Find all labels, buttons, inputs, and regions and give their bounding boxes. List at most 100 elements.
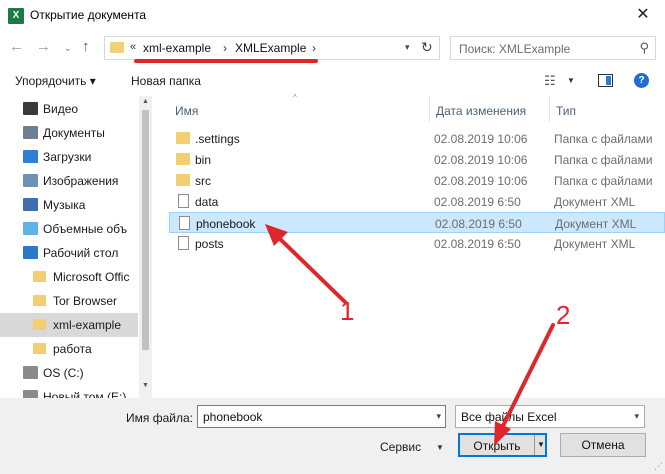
sidebar-item-label: Музыка (43, 198, 86, 212)
open-button-label[interactable]: Открыть (460, 439, 534, 453)
sidebar-item[interactable]: Объемные объ (0, 217, 138, 241)
file-row[interactable]: bin 02.08.2019 10:06 Папка с файлами (169, 149, 665, 170)
desktop-icon (23, 246, 38, 259)
close-button[interactable]: ✕ (631, 4, 655, 26)
resize-grip-icon[interactable]: ⋰ (654, 461, 663, 472)
search-input[interactable]: Поиск: XMLExample (459, 42, 570, 56)
file-type-select[interactable]: Все файлы Excel ▾ (455, 405, 645, 428)
file-type: Документ XML (554, 237, 636, 251)
file-name: posts (195, 237, 224, 251)
forward-arrow-icon[interactable]: → (36, 39, 51, 55)
column-header-name[interactable]: Имя (175, 104, 198, 118)
column-divider[interactable] (549, 96, 550, 122)
dialog-footer: Имя файла: phonebook ▾ Все файлы Excel ▾… (0, 398, 665, 474)
file-name: bin (195, 153, 212, 167)
back-arrow-icon[interactable]: ← (9, 39, 24, 55)
annotation-number-1: 1 (340, 296, 355, 326)
sidebar-scrollbar[interactable]: ▲ ▼ (139, 96, 152, 398)
preview-pane-icon[interactable] (598, 74, 613, 87)
window-title: Открытие документа (30, 8, 147, 22)
drive-icon (23, 366, 38, 379)
folder-icon (33, 271, 46, 282)
address-bar[interactable]: « xml-example › XMLExample › ▾ ↻ (104, 36, 440, 60)
file-date: 02.08.2019 10:06 (434, 132, 528, 146)
scroll-thumb[interactable] (142, 110, 149, 350)
folder-icon (33, 319, 46, 330)
file-row[interactable]: posts 02.08.2019 6:50 Документ XML (169, 233, 665, 254)
sidebar-item[interactable]: Microsoft Offic (0, 265, 138, 289)
sidebar-item[interactable]: Загрузки (0, 145, 138, 169)
video-icon (23, 102, 38, 115)
annotation-underline (134, 59, 318, 63)
address-separator-icon[interactable]: › (223, 41, 227, 55)
file-row[interactable]: .settings 02.08.2019 10:06 Папка с файлами (169, 128, 665, 149)
up-arrow-icon[interactable]: ↑ (82, 39, 90, 55)
sidebar-item[interactable]: Документы (0, 121, 138, 145)
file-row[interactable]: data 02.08.2019 6:50 Документ XML (169, 191, 665, 212)
sidebar-item-label: Документы (43, 126, 105, 140)
file-row[interactable]: phonebook 02.08.2019 6:50 Документ XML (169, 212, 665, 233)
chevron-down-icon[interactable]: ▼ (537, 440, 545, 449)
sort-arrow-icon: ^ (293, 93, 297, 102)
chevron-down-icon[interactable]: ▼ (436, 443, 444, 452)
split-divider (534, 435, 535, 455)
filename-field[interactable]: phonebook ▾ (197, 405, 446, 428)
sidebar-item-label: xml-example (53, 318, 122, 332)
refresh-icon[interactable]: ↻ (421, 39, 433, 56)
chevron-down-icon[interactable]: ▾ (436, 411, 441, 422)
column-header-date[interactable]: Дата изменения (436, 104, 526, 118)
drive-icon (23, 390, 38, 398)
chevron-down-icon[interactable]: ▼ (567, 76, 575, 85)
recent-locations-chevron-icon[interactable]: ⌄ (64, 40, 72, 56)
organize-button[interactable]: Упорядочить ▾ (15, 74, 96, 88)
xml-file-icon (178, 236, 189, 250)
cancel-button[interactable]: Отмена (560, 433, 646, 457)
file-date: 02.08.2019 10:06 (434, 174, 528, 188)
sidebar-item-label: Изображения (43, 174, 119, 188)
music-icon (23, 198, 38, 211)
sidebar-item[interactable]: Рабочий стол (0, 241, 138, 265)
sidebar-item[interactable]: Видео (0, 97, 138, 121)
address-segment-xml-example[interactable]: xml-example (143, 41, 211, 55)
sidebar-item[interactable]: Музыка (0, 193, 138, 217)
sidebar-item[interactable]: OS (C:) (0, 361, 138, 385)
chevron-down-icon[interactable]: ▾ (405, 42, 410, 53)
help-icon[interactable]: ? (634, 73, 649, 88)
file-row[interactable]: src 02.08.2019 10:06 Папка с файлами (169, 170, 665, 191)
folder-icon (176, 153, 190, 165)
view-options-icon[interactable]: ☷ (544, 73, 556, 89)
sidebar-item-label: работа (53, 342, 92, 356)
sidebar-item[interactable]: xml-example (0, 313, 138, 337)
tools-button[interactable]: Сервис (380, 440, 421, 454)
file-name: .settings (195, 132, 240, 146)
address-segment-xmlexample[interactable]: XMLExample (235, 41, 306, 55)
filename-value[interactable]: phonebook (203, 410, 262, 424)
sidebar-item[interactable]: Tor Browser (0, 289, 138, 313)
address-overflow-chevron[interactable]: « (130, 41, 136, 53)
navigation-bar: ← → ⌄ ↑ « xml-example › XMLExample › ▾ ↻… (0, 31, 665, 65)
search-icon[interactable]: ⚲ (639, 40, 649, 56)
sidebar-item[interactable]: Изображения (0, 169, 138, 193)
address-separator-icon[interactable]: › (312, 41, 316, 55)
scroll-up-icon[interactable]: ▲ (142, 98, 149, 105)
chevron-down-icon[interactable]: ▾ (634, 411, 639, 422)
open-button[interactable]: Открыть ▼ (458, 433, 547, 457)
file-list: ^ Имя Дата изменения Тип .settings 02.08.… (152, 93, 665, 398)
sidebar-item[interactable]: Новый том (E:) (0, 385, 138, 398)
file-type: Документ XML (555, 217, 637, 231)
column-header-type[interactable]: Тип (556, 104, 576, 118)
excel-icon: X (8, 8, 24, 24)
file-date: 02.08.2019 6:50 (434, 195, 521, 209)
xml-file-icon (178, 194, 189, 208)
file-type-value[interactable]: Все файлы Excel (461, 410, 557, 424)
folder-icon (176, 174, 190, 186)
sidebar-item-label: Tor Browser (53, 294, 118, 308)
sidebar-item-label: Новый том (E:) (43, 390, 127, 398)
search-box[interactable]: Поиск: XMLExample ⚲ (450, 36, 656, 60)
sidebar-item[interactable]: работа (0, 337, 138, 361)
column-divider[interactable] (429, 96, 430, 122)
scroll-down-icon[interactable]: ▼ (142, 382, 149, 389)
sidebar-item-label: Видео (43, 102, 79, 116)
new-folder-button[interactable]: Новая папка (131, 74, 201, 88)
file-name: src (195, 174, 211, 188)
